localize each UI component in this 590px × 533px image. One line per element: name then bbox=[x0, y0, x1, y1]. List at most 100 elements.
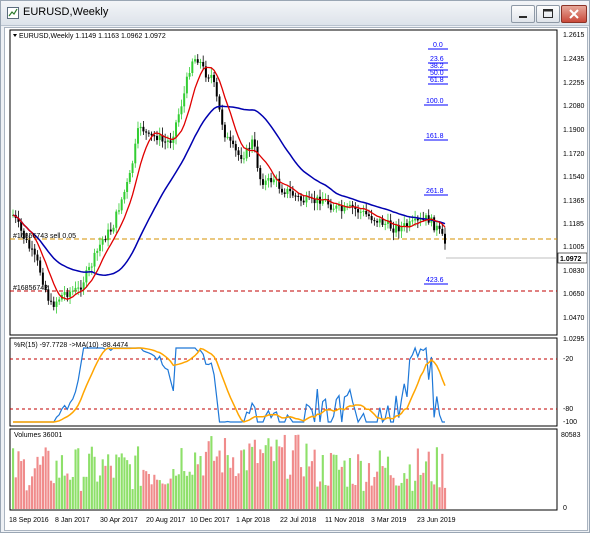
volume-bar bbox=[256, 463, 259, 509]
time-tick: 22 Jul 2018 bbox=[280, 517, 316, 524]
volume-bar bbox=[411, 490, 414, 509]
volume-bar bbox=[14, 477, 17, 509]
time-tick: 11 Nov 2018 bbox=[325, 517, 364, 524]
candle-body bbox=[142, 126, 145, 132]
volume-bar bbox=[408, 464, 411, 509]
volume-bar bbox=[237, 473, 240, 509]
volume-bar bbox=[112, 477, 115, 509]
wpr-level-tick: -80 bbox=[563, 406, 573, 413]
candle-body bbox=[120, 199, 123, 211]
volume-bar bbox=[392, 477, 395, 509]
volume-bar bbox=[302, 476, 305, 509]
volume-bar bbox=[397, 485, 400, 509]
volume-bar bbox=[77, 448, 80, 509]
volume-bar bbox=[22, 459, 25, 509]
candle-body bbox=[294, 195, 297, 197]
volume-bar bbox=[147, 473, 150, 509]
volume-bar bbox=[419, 474, 422, 509]
maximize-button[interactable] bbox=[536, 5, 560, 23]
candle-body bbox=[384, 223, 387, 225]
candle-body bbox=[357, 209, 360, 213]
candle-body bbox=[183, 93, 186, 107]
fibo-label: 61.8 bbox=[430, 77, 444, 84]
volume-bar bbox=[50, 480, 53, 509]
volume-bar bbox=[47, 450, 50, 509]
volume-bar bbox=[272, 461, 275, 509]
volume-bar bbox=[90, 446, 93, 509]
candle-body bbox=[392, 228, 395, 233]
volume-bar bbox=[169, 478, 172, 509]
volume-bar bbox=[386, 456, 390, 509]
volume-bar bbox=[188, 471, 191, 509]
candle-body bbox=[280, 188, 283, 193]
order-label: #16856742 bbox=[13, 285, 48, 292]
volume-bar bbox=[365, 481, 368, 509]
chart-canvas[interactable]: 0.0 23.6 38.2 50.0 61.8 100.0 161.8 261.… bbox=[5, 28, 587, 530]
volume-bar bbox=[430, 481, 433, 509]
volume-bar bbox=[17, 451, 20, 509]
volume-bar bbox=[20, 461, 23, 509]
volume-bar bbox=[357, 454, 360, 509]
volume-bar bbox=[289, 474, 292, 509]
candle-body bbox=[175, 122, 178, 137]
candle-body bbox=[202, 61, 205, 67]
time-tick: 8 Jan 2017 bbox=[55, 517, 90, 524]
volume-bar bbox=[240, 450, 243, 509]
volume-bar bbox=[332, 454, 335, 509]
candle-body bbox=[240, 155, 243, 160]
volume-bar bbox=[351, 483, 354, 509]
wpr-pane-label: %R(15) -97.7728 ->MA(10) -88.4474 bbox=[14, 342, 128, 349]
volume-bar bbox=[376, 471, 379, 509]
price-tick: 1.2255 bbox=[563, 80, 585, 87]
volume-bar bbox=[297, 434, 300, 509]
candle-body bbox=[131, 163, 134, 173]
title-bar[interactable]: EURUSD,Weekly bbox=[1, 1, 589, 26]
candle-body bbox=[300, 196, 302, 201]
fibo-label: 261.8 bbox=[426, 188, 444, 195]
volume-bar bbox=[117, 457, 121, 509]
time-axis[interactable]: 18 Sep 2016 8 Jan 2017 30 Apr 2017 20 Au… bbox=[9, 517, 456, 524]
candle-body bbox=[96, 250, 99, 253]
volume-bar bbox=[82, 476, 85, 509]
volume-bar bbox=[52, 483, 55, 509]
volume-bar bbox=[242, 449, 246, 509]
candle-body bbox=[359, 211, 362, 213]
candle-body bbox=[158, 134, 161, 141]
volume-bar bbox=[362, 490, 365, 509]
volume-bar bbox=[403, 473, 406, 509]
volume-bar bbox=[286, 478, 289, 509]
candle-body bbox=[69, 291, 72, 297]
chart-area[interactable]: 0.0 23.6 38.2 50.0 61.8 100.0 161.8 261.… bbox=[4, 27, 588, 531]
volume-bar bbox=[226, 455, 229, 509]
price-axis[interactable]: 1.2615 1.2435 1.2255 1.2080 1.1900 1.172… bbox=[563, 32, 585, 343]
volume-bar bbox=[267, 438, 270, 509]
candle-body bbox=[248, 147, 251, 150]
close-button[interactable] bbox=[561, 5, 587, 23]
candle-body bbox=[251, 139, 254, 150]
price-tick: 1.2080 bbox=[563, 103, 585, 110]
volume-bar bbox=[126, 460, 129, 509]
candle-body bbox=[221, 109, 224, 125]
candle-body bbox=[264, 180, 267, 185]
volume-bar bbox=[139, 485, 142, 509]
candle-body bbox=[286, 188, 289, 194]
volume-bar bbox=[359, 460, 362, 509]
volume-bar bbox=[313, 449, 316, 509]
volume-bar bbox=[305, 443, 308, 509]
volume-bar bbox=[335, 454, 338, 509]
current-price-label: 1.0972 bbox=[560, 256, 582, 263]
volume-bar bbox=[435, 447, 438, 509]
volume-bar bbox=[150, 484, 153, 509]
volume-bar bbox=[405, 478, 409, 509]
volume-bar bbox=[223, 438, 227, 509]
volume-bar bbox=[96, 481, 99, 509]
minimize-button[interactable] bbox=[511, 5, 535, 23]
volume-bar bbox=[158, 480, 161, 509]
candle-body bbox=[109, 229, 112, 232]
volume-bar bbox=[41, 456, 45, 509]
volume-bar bbox=[85, 476, 88, 509]
volume-bar bbox=[39, 464, 42, 509]
candle-body bbox=[376, 220, 379, 223]
volume-bar bbox=[175, 475, 178, 509]
price-tick: 1.1720 bbox=[563, 151, 585, 158]
